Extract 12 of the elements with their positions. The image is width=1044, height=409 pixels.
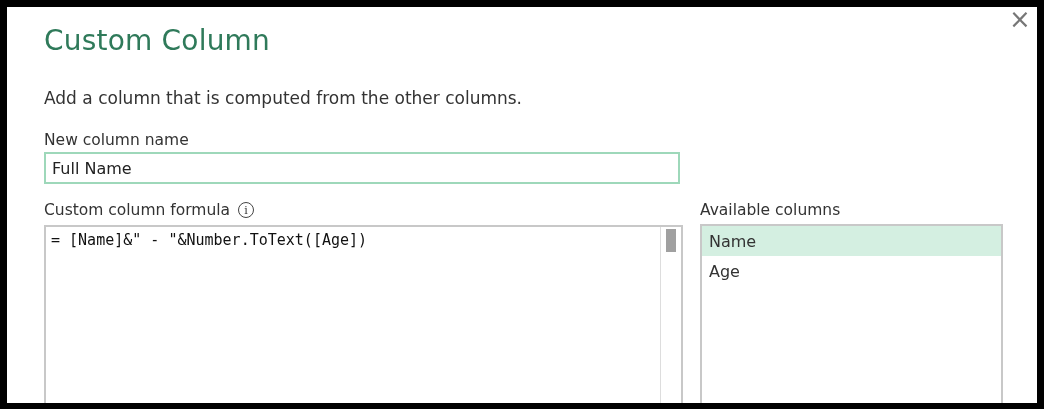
- column-item[interactable]: Name: [702, 226, 1001, 256]
- dialog-title: Custom Column: [44, 24, 271, 57]
- scrollbar-thumb[interactable]: [666, 229, 676, 252]
- close-button[interactable]: ×: [1009, 8, 1031, 30]
- list-label: Available columns: [700, 201, 841, 219]
- column-name-field[interactable]: Full Name: [44, 152, 680, 184]
- formula-editor[interactable]: = [Name]&" - "&Number.ToText([Age]): [44, 225, 683, 403]
- field-label: New column name: [44, 131, 189, 149]
- description-text: Add a column that is computed from the other columns.: [44, 88, 523, 108]
- columns-list[interactable]: Name Age: [700, 224, 1003, 403]
- column-item[interactable]: Age: [702, 256, 1001, 286]
- field-label: Custom column formula: [44, 201, 231, 219]
